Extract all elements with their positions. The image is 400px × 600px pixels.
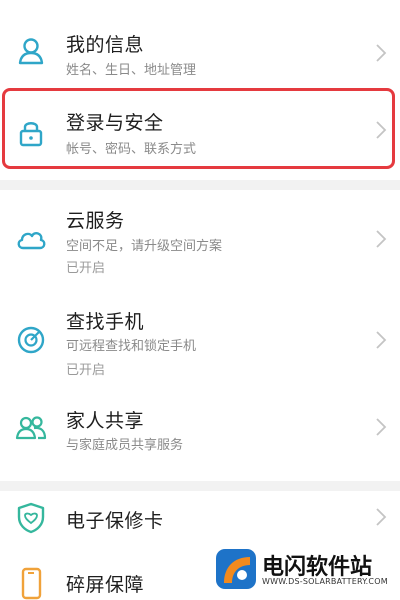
chevron-right-icon — [374, 417, 388, 437]
item-title: 我的信息 — [66, 34, 145, 56]
family-icon — [14, 411, 48, 445]
item-subtitle: 与家庭成员共享服务 — [66, 438, 184, 453]
item-title: 碎屏保障 — [66, 574, 145, 596]
item-title: 云服务 — [66, 210, 125, 232]
list-item-cloud-service[interactable]: 云服务 空间不足，请升级空间方案 已开启 — [0, 192, 400, 287]
status-text: 已开启 — [66, 363, 106, 378]
highlight-box — [2, 88, 395, 169]
watermark: 电闪软件站 WWW.DS-SOLARBATTERY.COM — [200, 546, 400, 595]
status-text: 已开启 — [66, 261, 106, 276]
cloud-icon — [14, 222, 48, 256]
list-item-my-info[interactable]: 我的信息 姓名、生日、地址管理 — [0, 0, 400, 84]
shield-heart-icon — [14, 501, 48, 535]
item-subtitle: 可远程查找和锁定手机 — [66, 339, 197, 354]
item-title: 家人共享 — [66, 410, 145, 432]
section-divider — [0, 481, 400, 491]
item-subtitle: 姓名、生日、地址管理 — [66, 63, 197, 78]
list-item-find-phone[interactable]: 查找手机 可远程查找和锁定手机 已开启 — [0, 293, 400, 391]
section-divider — [0, 180, 400, 190]
watermark-url: WWW.DS-SOLARBATTERY.COM — [262, 577, 388, 586]
watermark-logo-icon — [216, 549, 256, 589]
item-title: 查找手机 — [66, 311, 145, 333]
chevron-right-icon — [374, 330, 388, 350]
list-item-family-sharing[interactable]: 家人共享 与家庭成员共享服务 — [0, 395, 400, 481]
radar-icon — [14, 323, 48, 357]
person-icon — [14, 34, 48, 68]
item-subtitle: 空间不足，请升级空间方案 — [66, 239, 223, 254]
chevron-right-icon — [374, 507, 388, 527]
chevron-right-icon — [374, 43, 388, 63]
item-title: 电子保修卡 — [66, 510, 164, 532]
list-item-warranty-card[interactable]: 电子保修卡 — [0, 491, 400, 545]
chevron-right-icon — [374, 229, 388, 249]
